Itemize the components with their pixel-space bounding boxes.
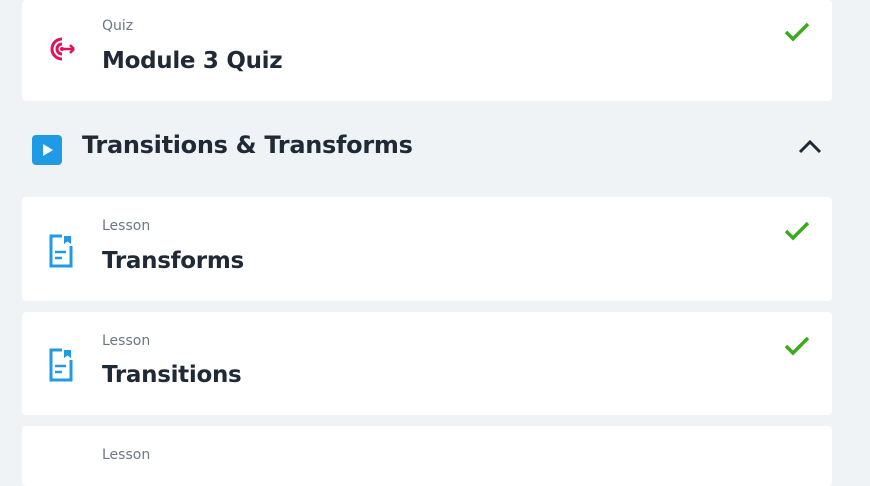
checkmark-icon (784, 221, 810, 245)
item-title[interactable]: Module 3 Quiz (102, 48, 283, 74)
target-icon (46, 35, 78, 67)
item-title[interactable]: Transitions (102, 362, 242, 388)
document-icon (46, 234, 76, 272)
checkmark-icon (784, 336, 810, 360)
play-icon (32, 135, 62, 169)
lesson-item-card[interactable]: Lesson (22, 426, 832, 486)
item-type-label: Lesson (102, 218, 151, 234)
checkmark-icon (784, 22, 810, 46)
lesson-item-card[interactable]: Lesson Transforms (22, 197, 832, 301)
section-header[interactable]: Transitions & Transforms (22, 118, 832, 180)
item-type-label: Quiz (102, 18, 134, 34)
chevron-up-icon[interactable] (798, 138, 822, 158)
quiz-item-card[interactable]: Quiz Module 3 Quiz (22, 0, 832, 101)
section-title: Transitions & Transforms (82, 131, 413, 159)
item-title[interactable]: Transforms (102, 248, 244, 274)
document-icon (46, 348, 76, 386)
item-type-label: Lesson (102, 333, 151, 349)
item-type-label: Lesson (102, 447, 151, 463)
lesson-item-card[interactable]: Lesson Transitions (22, 312, 832, 415)
